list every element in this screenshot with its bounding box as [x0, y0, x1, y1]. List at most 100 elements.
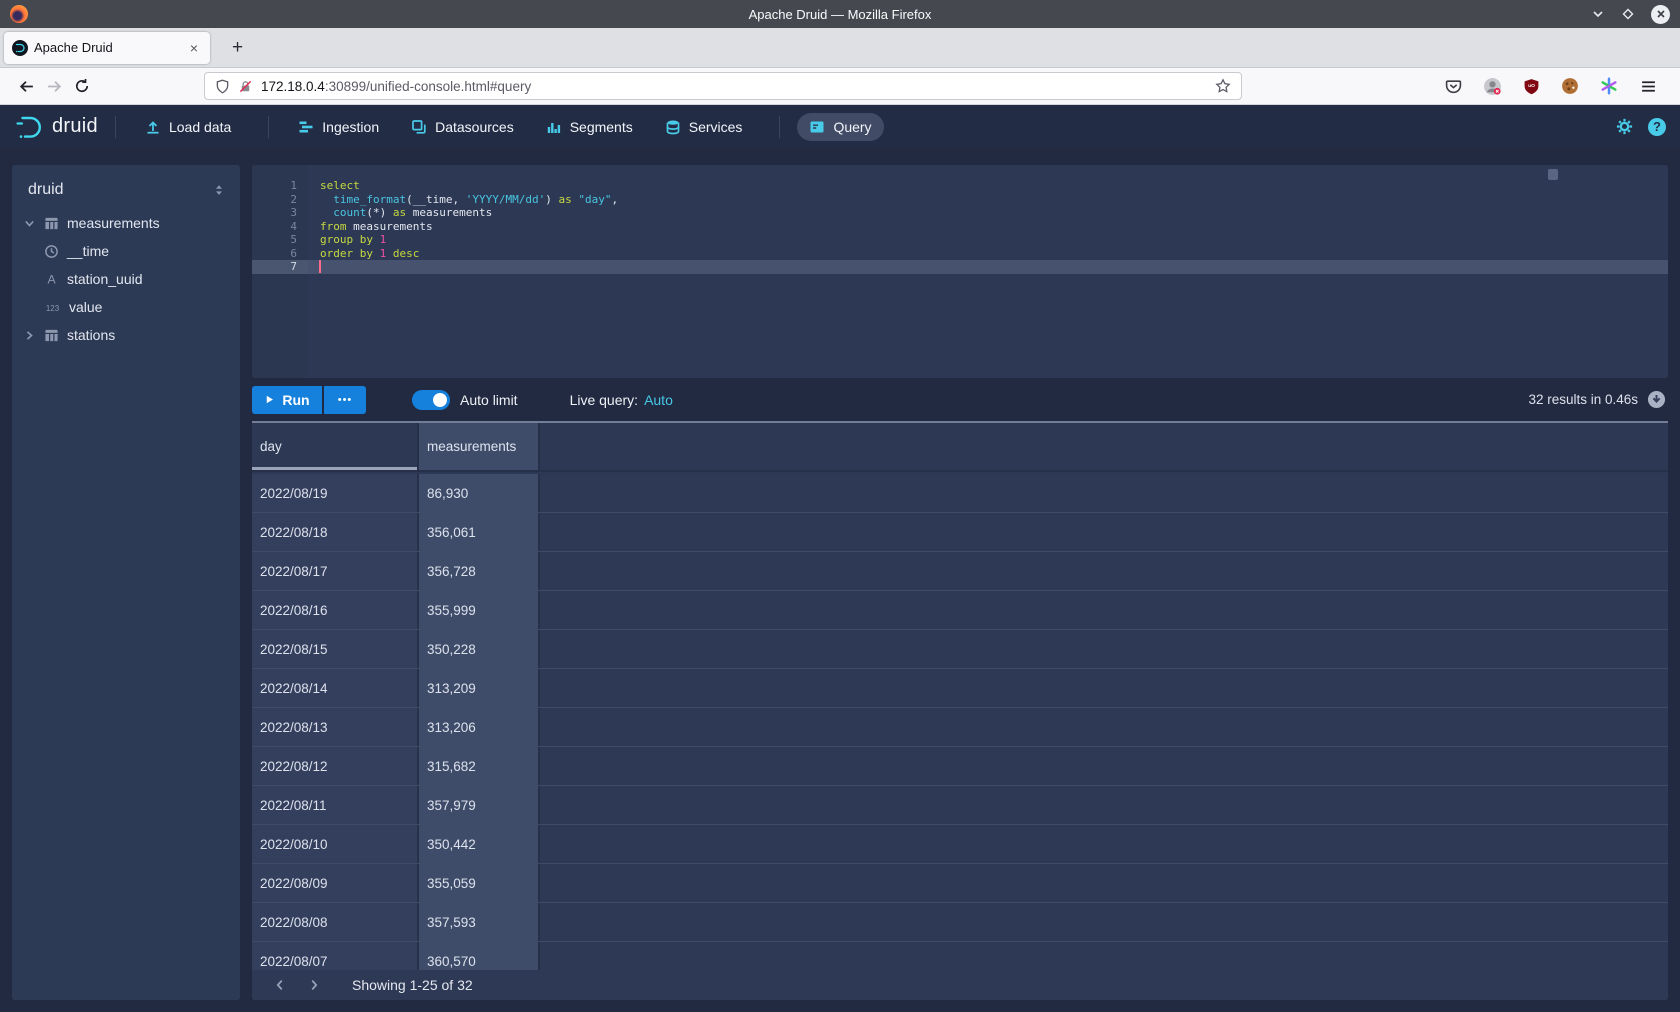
table-row: 2022/08/12315,682	[252, 747, 1668, 786]
results-table: day measurements 2022/08/1986,9302022/08…	[252, 421, 1668, 1000]
tree-item-station-uuid[interactable]: Astation_uuid	[12, 265, 240, 293]
text-cursor	[319, 260, 321, 273]
datasources-icon	[411, 119, 427, 135]
line-number: 3	[252, 206, 308, 220]
cell-filler	[540, 630, 1668, 668]
line-number: 1	[252, 179, 308, 193]
new-tab-button[interactable]: +	[226, 37, 249, 59]
nav-item-datasources[interactable]: Datasources	[399, 113, 526, 141]
column-header-day[interactable]: day	[252, 423, 419, 470]
cell-day: 2022/08/17	[252, 552, 419, 590]
table-row: 2022/08/09355,059	[252, 864, 1668, 903]
back-icon[interactable]	[12, 72, 40, 100]
cell-filler	[540, 903, 1668, 941]
cell-day: 2022/08/12	[252, 747, 419, 785]
tab-apache-druid[interactable]: Apache Druid ×	[4, 32, 210, 64]
tree-item-measurements[interactable]: measurements	[12, 209, 240, 237]
cell-day: 2022/08/08	[252, 903, 419, 941]
ingestion-icon	[298, 119, 314, 135]
help-icon[interactable]: ?	[1648, 118, 1666, 136]
tree-item--time[interactable]: __time	[12, 237, 240, 265]
window-titlebar: Apache Druid — Mozilla Firefox	[0, 0, 1680, 28]
double-caret-vertical-icon[interactable]	[212, 183, 226, 197]
cookie-extension-icon[interactable]	[1556, 72, 1584, 100]
cell-filler	[540, 513, 1668, 551]
nav-item-services[interactable]: Services	[653, 113, 755, 141]
brand-name: druid	[52, 115, 98, 138]
menu-icon[interactable]	[1634, 72, 1662, 100]
play-icon	[264, 394, 275, 405]
druid-favicon	[12, 40, 28, 56]
previous-page-icon[interactable]	[266, 973, 294, 997]
druid-logo-icon	[14, 112, 44, 142]
divider	[115, 116, 116, 138]
nav-item-ingestion[interactable]: Ingestion	[286, 113, 391, 141]
results-body: 2022/08/1986,9302022/08/18356,0612022/08…	[252, 474, 1668, 970]
cell-measurements: 350,228	[419, 630, 540, 668]
close-icon[interactable]	[1651, 5, 1670, 24]
table-row: 2022/08/1986,930	[252, 474, 1668, 513]
next-page-icon[interactable]	[300, 973, 328, 997]
minimize-icon[interactable]	[1591, 7, 1605, 21]
auto-limit-label[interactable]: Auto limit	[460, 392, 518, 408]
nav-item-load-data[interactable]: Load data	[133, 113, 243, 141]
run-bar: Run ••• Auto limit Live query: Auto 32 r…	[252, 378, 1668, 421]
cell-measurements: 355,999	[419, 591, 540, 629]
table-icon	[44, 216, 59, 231]
code-line: count(*) as measurements	[320, 206, 1668, 220]
divider	[268, 116, 269, 138]
pagination-footer: Showing 1-25 of 32	[252, 970, 1668, 1000]
navigation-toolbar: 172.18.0.4:30899/unified-console.html#qu…	[0, 68, 1680, 105]
ublock-icon[interactable]: uO	[1517, 72, 1545, 100]
column-header-filler	[540, 423, 1668, 470]
insecure-lock-icon[interactable]	[238, 79, 253, 94]
table-row: 2022/08/13313,206	[252, 708, 1668, 747]
schema-tree: measurements__timeAstation_uuid123values…	[12, 209, 240, 349]
nav-item-query[interactable]: Query	[797, 113, 883, 141]
svg-text:uO: uO	[1528, 83, 1535, 89]
cell-measurements: 357,979	[419, 786, 540, 824]
gear-icon[interactable]	[1615, 117, 1634, 136]
table-row: 2022/08/15350,228	[252, 630, 1668, 669]
cell-day: 2022/08/07	[252, 942, 419, 970]
cell-day: 2022/08/19	[252, 474, 419, 512]
account-icon[interactable]	[1478, 72, 1506, 100]
tree-item-value[interactable]: 123value	[12, 293, 240, 321]
url-bar[interactable]: 172.18.0.4:30899/unified-console.html#qu…	[204, 72, 1242, 100]
forward-icon[interactable]	[40, 72, 68, 100]
cell-filler	[540, 942, 1668, 970]
load-data-icon	[145, 119, 161, 135]
cell-day: 2022/08/18	[252, 513, 419, 551]
druid-logo[interactable]: druid	[14, 112, 98, 142]
cell-filler	[540, 708, 1668, 746]
asterisk-extension-icon[interactable]	[1595, 72, 1623, 100]
tab-close-icon[interactable]: ×	[186, 40, 202, 56]
table-row: 2022/08/07360,570	[252, 942, 1668, 970]
nav-item-segments[interactable]: Segments	[534, 113, 645, 141]
sql-editor[interactable]: 1234567 select time_format(__time, 'YYYY…	[252, 165, 1668, 378]
live-query-value[interactable]: Auto	[644, 392, 673, 408]
editor-scrollbar-thumb[interactable]	[1548, 169, 1558, 180]
url-text: 172.18.0.4:30899/unified-console.html#qu…	[261, 79, 1207, 94]
run-more-button[interactable]: •••	[324, 386, 366, 414]
tab-strip: Apache Druid × +	[0, 28, 1680, 68]
pocket-icon[interactable]	[1439, 72, 1467, 100]
nav-item-label: Query	[833, 119, 871, 135]
run-button[interactable]: Run	[252, 386, 322, 414]
reload-icon[interactable]	[68, 72, 96, 100]
tree-item-label: station_uuid	[67, 271, 143, 287]
column-header-measurements[interactable]: measurements	[419, 423, 540, 470]
bookmark-star-icon[interactable]	[1215, 78, 1231, 94]
download-icon[interactable]	[1647, 390, 1666, 409]
cell-filler	[540, 825, 1668, 863]
code-line: time_format(__time, 'YYYY/MM/dd') as "da…	[320, 193, 1668, 207]
cell-measurements: 356,061	[419, 513, 540, 551]
cell-filler	[540, 864, 1668, 902]
auto-limit-toggle[interactable]	[412, 390, 450, 410]
cell-day: 2022/08/14	[252, 669, 419, 707]
schema-selector[interactable]: druid	[12, 165, 240, 209]
sql-code[interactable]: select time_format(__time, 'YYYY/MM/dd')…	[308, 165, 1668, 378]
tracking-protection-icon[interactable]	[215, 79, 230, 94]
tree-item-stations[interactable]: stations	[12, 321, 240, 349]
maximize-icon[interactable]	[1621, 7, 1635, 21]
